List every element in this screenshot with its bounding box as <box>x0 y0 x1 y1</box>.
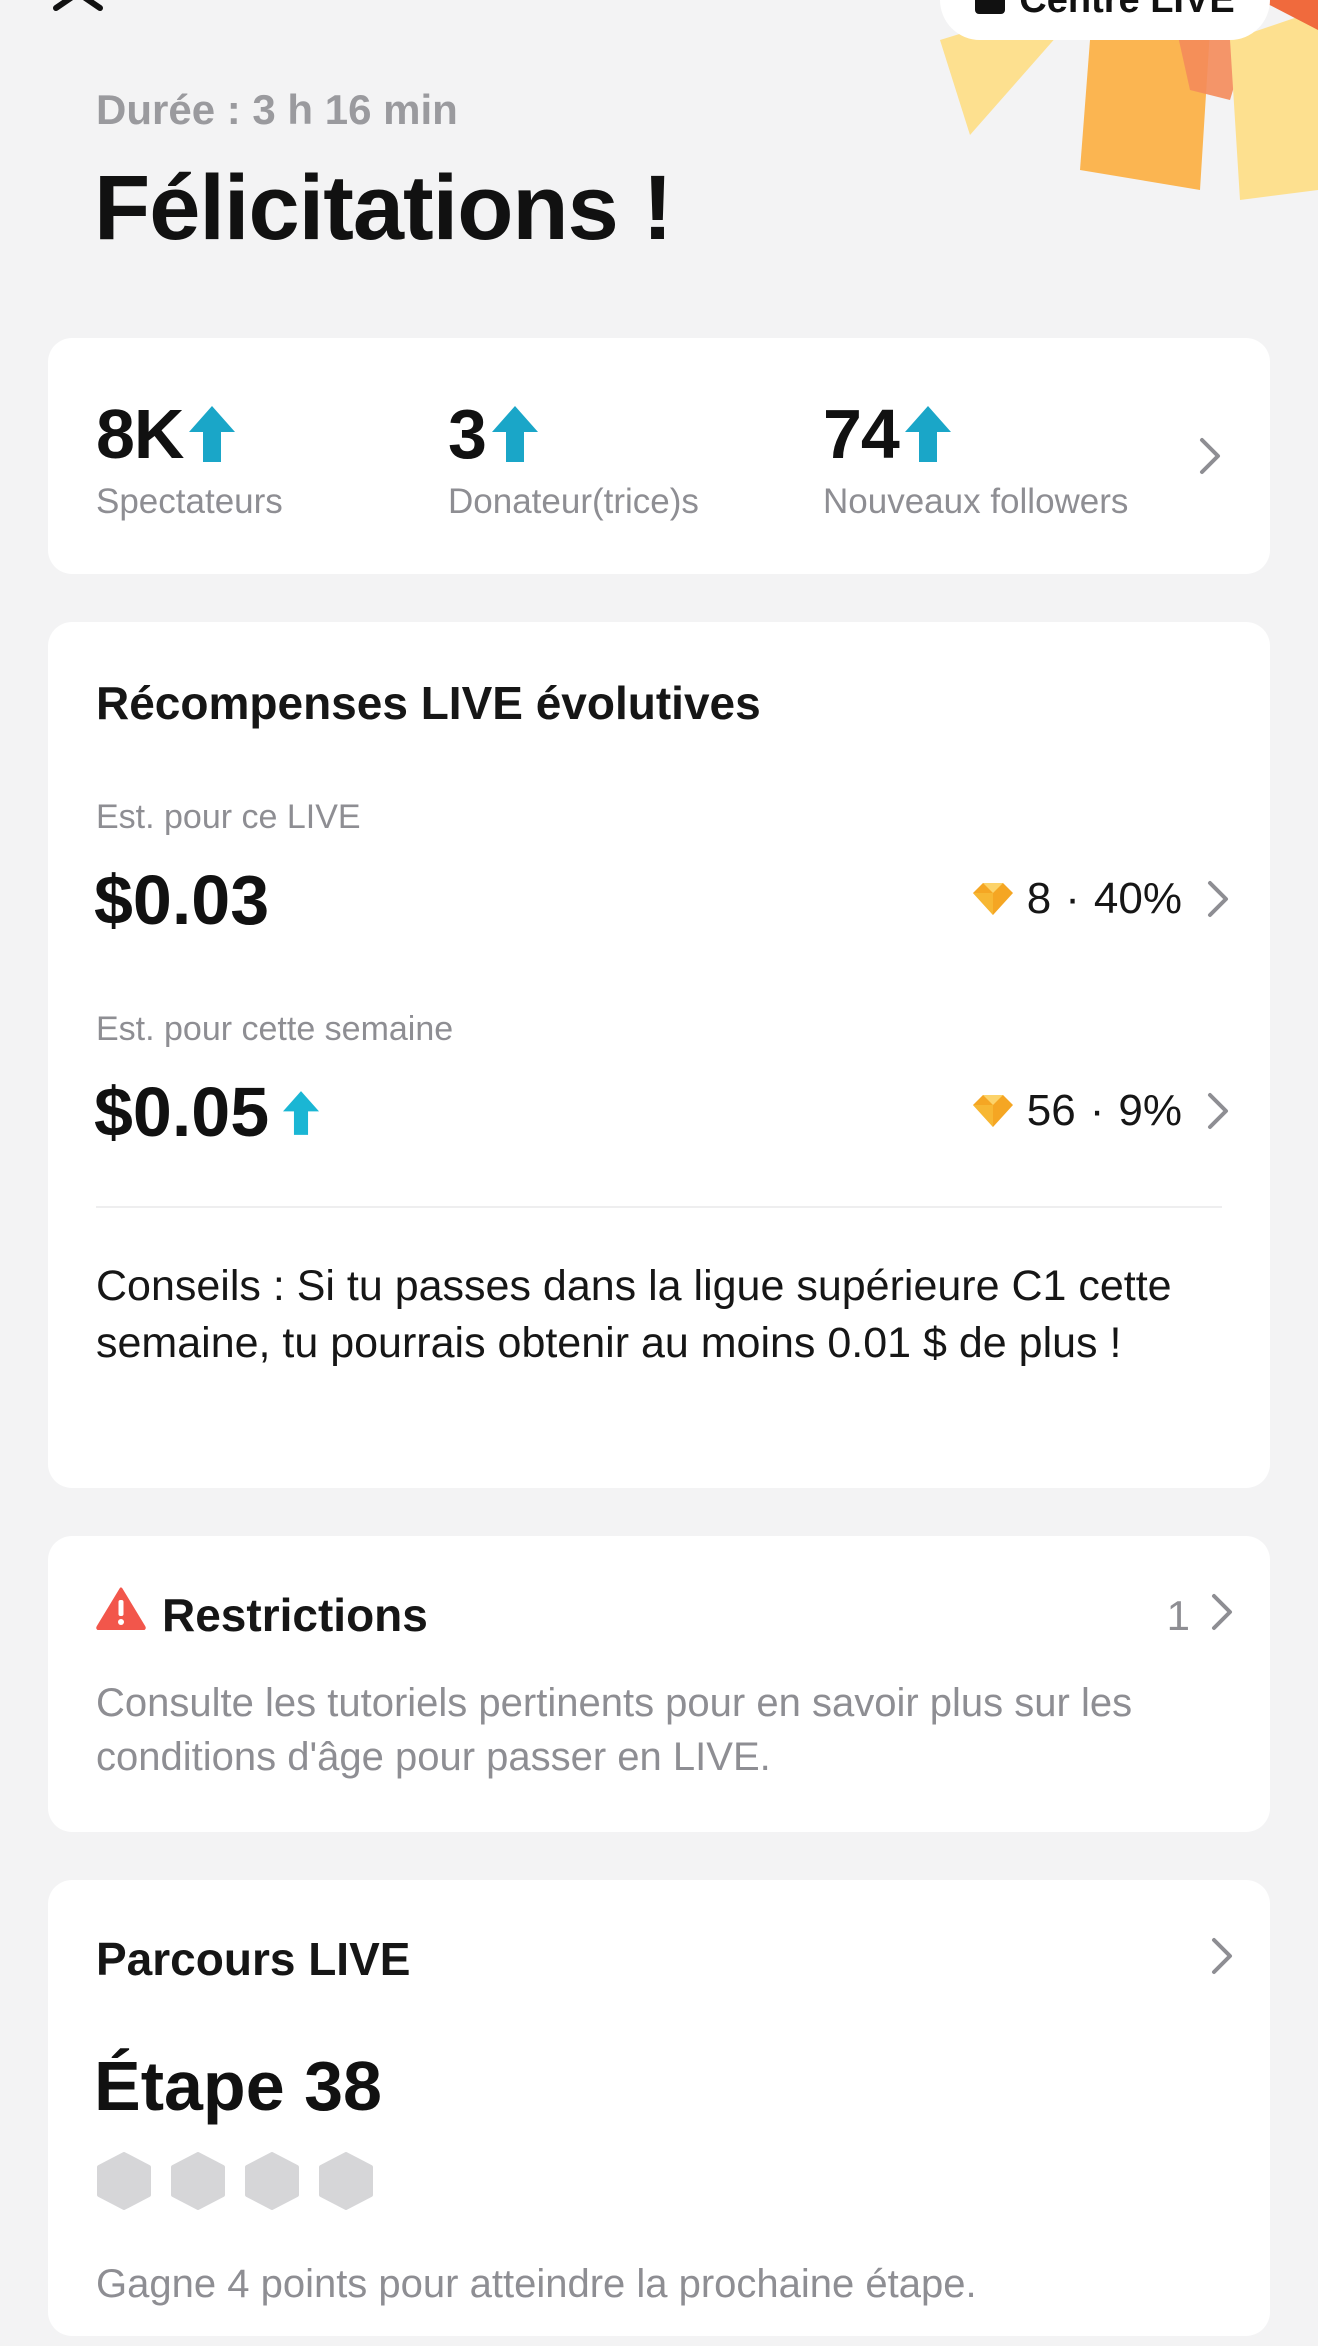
diamond-icon <box>972 1095 1013 1127</box>
chevron-right-icon <box>1212 1938 1232 1974</box>
rewards-tips: Conseils : Si tu passes dans la ligue su… <box>96 1262 1172 1367</box>
divider <box>96 1206 1222 1208</box>
week-estimate-amount: $0.05 <box>94 1072 320 1152</box>
journey-title: Parcours LIVE <box>96 1933 411 1985</box>
page-title: Félicitations ! <box>94 157 673 259</box>
chevron-right-icon <box>1208 1093 1228 1129</box>
live-center-label: Centre LIVE <box>1019 0 1234 22</box>
stats-card[interactable]: 8K Spectateurs 3 Donateur(trice)s 74 Nou… <box>48 338 1270 574</box>
stream-duration: Durée : 3 h 16 min <box>96 86 458 133</box>
live-estimate-amount: $0.03 <box>94 860 269 940</box>
stat-new-followers: 74 Nouveaux followers <box>823 394 1128 522</box>
separator-dot: · <box>1089 1086 1105 1135</box>
stat-donors: 3 Donateur(trice)s <box>448 394 699 522</box>
live-estimate-label: Est. pour ce LIVE <box>96 798 361 836</box>
diamond-count: 56 <box>1026 1086 1076 1135</box>
amount-value: $0.05 <box>94 1073 270 1151</box>
journey-step: Étape 38 <box>94 2047 382 2125</box>
chevron-right-icon <box>1208 881 1228 917</box>
restrictions-title: Restrictions <box>162 1589 428 1641</box>
close-button[interactable] <box>50 0 108 18</box>
journey-points-row <box>96 2152 374 2210</box>
live-journey-card[interactable]: Parcours LIVE Étape 38 Gagne 4 points po… <box>48 1880 1270 2336</box>
stat-label: Nouveaux followers <box>823 482 1129 521</box>
restrictions-description: Consulte les tutoriels pertinents pour e… <box>96 1681 1133 1779</box>
stat-label: Spectateurs <box>96 482 283 521</box>
up-arrow-icon <box>904 406 951 462</box>
week-estimate-label: Est. pour cette semaine <box>96 1010 454 1048</box>
up-arrow-icon <box>283 1072 320 1152</box>
percent-value: 9% <box>1118 1086 1182 1135</box>
point-hexagon-icon <box>245 2152 299 2210</box>
up-arrow-icon <box>491 406 538 462</box>
diamond-count: 8 <box>1026 874 1052 923</box>
journey-description: Gagne 4 points pour atteindre la prochai… <box>96 2262 977 2306</box>
point-hexagon-icon <box>171 2152 225 2210</box>
point-hexagon-icon <box>319 2152 373 2210</box>
stat-value: 8K <box>96 395 184 473</box>
stat-viewers: 8K Spectateurs <box>96 394 283 522</box>
rewards-title: Récompenses LIVE évolutives <box>96 677 761 729</box>
live-center-button[interactable]: Centre LIVE <box>940 0 1270 40</box>
point-hexagon-icon <box>97 2152 151 2210</box>
amount-value: $0.03 <box>94 861 270 939</box>
week-estimate-diamonds-row[interactable]: 56 · 9% <box>972 1086 1230 1136</box>
restrictions-count: 1 <box>1166 1592 1190 1639</box>
close-icon <box>53 0 103 11</box>
diamond-icon <box>972 883 1013 915</box>
live-center-icon <box>975 0 1006 14</box>
stat-value: 74 <box>823 395 900 473</box>
restrictions-card[interactable]: Restrictions 1 Consulte les tutoriels pe… <box>48 1536 1270 1832</box>
live-estimate-diamonds-row[interactable]: 8 · 40% <box>972 874 1230 924</box>
separator-dot: · <box>1065 874 1080 923</box>
chevron-right-icon <box>1212 1594 1232 1630</box>
up-arrow-icon <box>189 406 236 462</box>
stat-value: 3 <box>448 395 487 473</box>
warning-icon <box>96 1587 146 1630</box>
rewards-card: Récompenses LIVE évolutives Est. pour ce… <box>48 622 1270 1488</box>
chevron-right-icon <box>1200 438 1220 474</box>
stat-label: Donateur(trice)s <box>448 482 699 521</box>
percent-value: 40% <box>1093 874 1182 923</box>
